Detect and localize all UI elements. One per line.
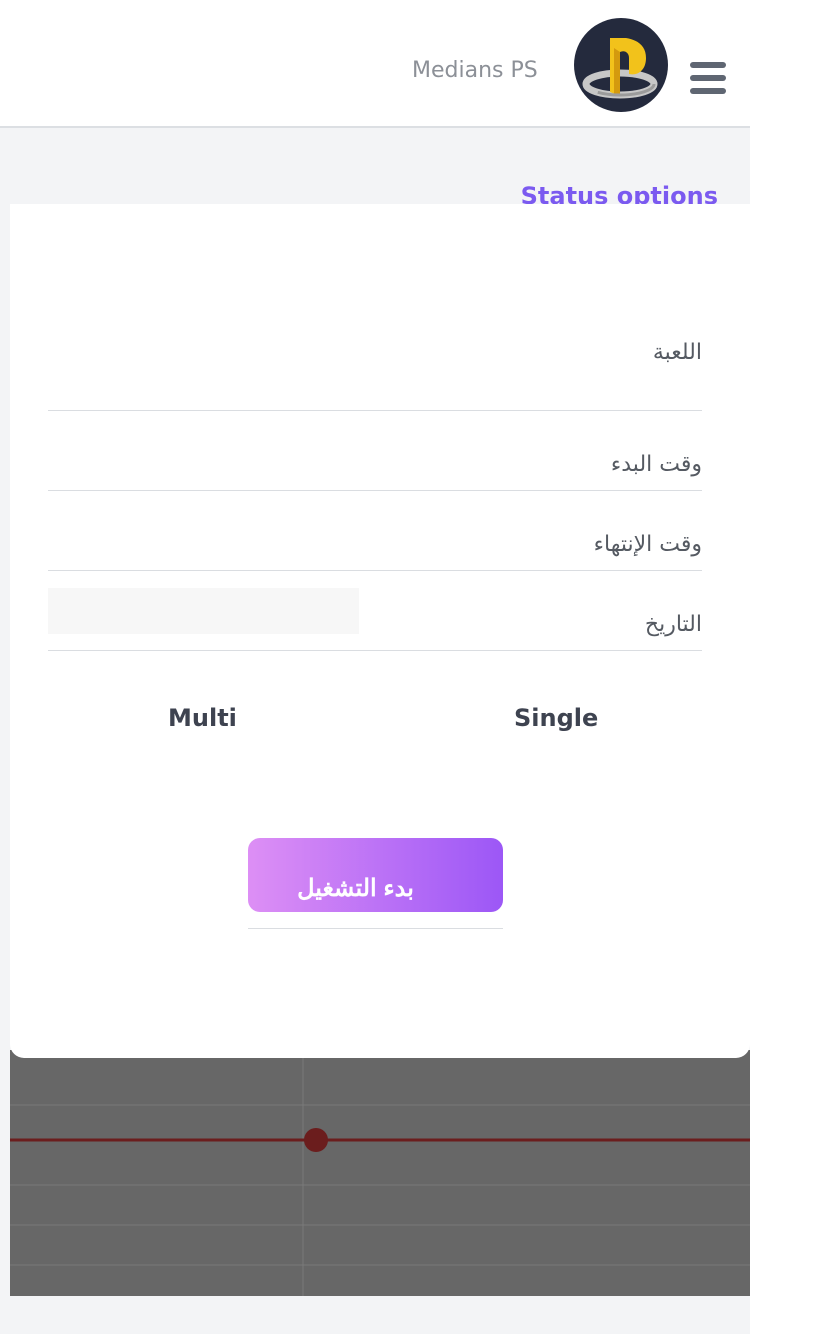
app-frame: Medians PS Status options اللعبة وقت الب… [0,0,750,1334]
multi-mode-option[interactable]: Multi [168,704,237,732]
game-field[interactable]: اللعبة [48,340,702,411]
single-mode-option[interactable]: Single [514,704,598,732]
menu-bar-middle [690,75,726,81]
playstation-logo-icon[interactable] [574,18,668,112]
start-session-button[interactable]: بدء التشغيل [248,838,503,912]
brand-name: Medians PS [412,58,538,83]
chart-point [304,1128,328,1152]
chart-background [10,1050,750,1296]
start-session-modal: اللعبة وقت البدء وقت الإنتهاء التاريخ Si… [10,204,750,1058]
start-time-label: وقت البدء [610,452,702,477]
date-input[interactable] [48,588,359,634]
top-header: Medians PS [0,0,750,128]
button-divider [248,928,503,929]
hamburger-menu-icon[interactable] [690,62,726,94]
menu-bar-bottom [690,88,726,94]
game-label: اللعبة [652,340,702,365]
date-label: التاريخ [644,612,702,637]
start-session-label: بدء التشغيل [297,875,414,902]
end-time-label: وقت الإنتهاء [593,532,702,557]
end-time-field[interactable]: وقت الإنتهاء [48,532,702,571]
chart-svg [10,1050,750,1296]
date-field: التاريخ [48,588,702,651]
start-time-field[interactable]: وقت البدء [48,452,702,491]
menu-bar-top [690,62,726,68]
